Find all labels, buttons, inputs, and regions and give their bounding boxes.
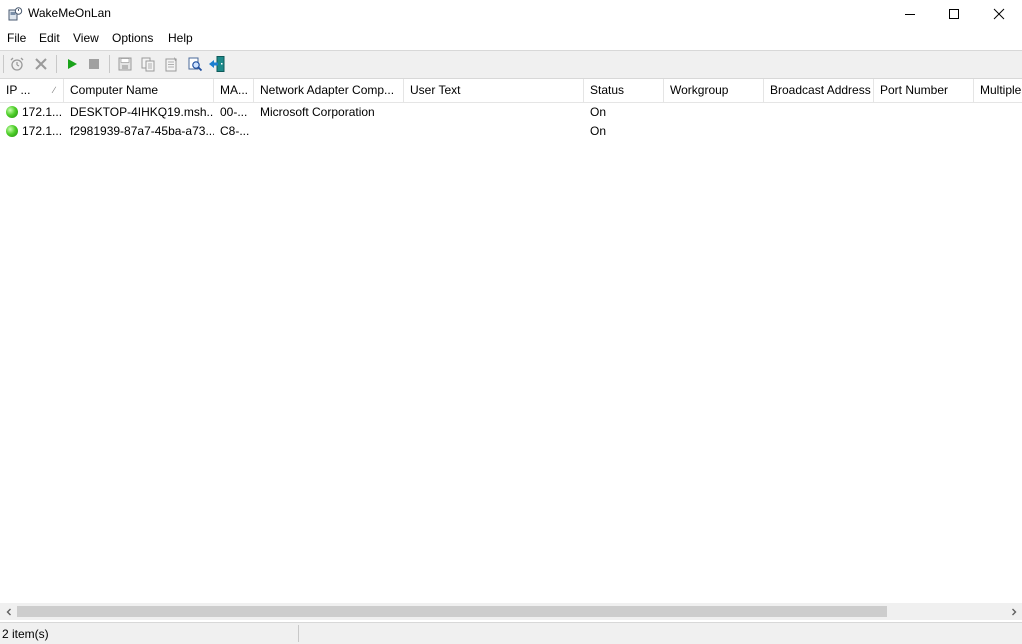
maximize-icon — [949, 9, 959, 19]
close-button[interactable] — [976, 0, 1022, 28]
toolbar-separator — [109, 55, 110, 73]
alarm-clock-icon — [10, 57, 24, 71]
cell-adapter-company: Microsoft Corporation — [260, 105, 375, 119]
minimize-icon — [905, 14, 915, 15]
delete-button[interactable] — [31, 54, 51, 74]
column-header-status[interactable]: Status — [584, 79, 664, 102]
cell-mac: 00-... — [220, 105, 248, 119]
sort-ascending-icon: ∕ — [53, 85, 55, 95]
exit-button[interactable] — [207, 54, 227, 74]
minimize-button[interactable] — [887, 0, 933, 28]
close-icon — [993, 8, 1005, 20]
find-button[interactable] — [185, 54, 205, 74]
wake-up-button[interactable] — [7, 54, 27, 74]
cell-multiple — [974, 122, 1022, 141]
column-header-workgroup[interactable]: Workgroup — [664, 79, 764, 102]
column-header-mac[interactable]: MA... — [214, 79, 254, 102]
save-icon — [118, 57, 132, 71]
play-icon — [68, 59, 77, 69]
cell-multiple — [974, 103, 1022, 122]
menu-edit[interactable]: Edit — [38, 31, 61, 45]
cell-broadcast — [764, 122, 874, 141]
cell-broadcast — [764, 103, 874, 122]
menu-bar: File Edit View Options Help — [0, 29, 1022, 49]
status-divider — [298, 625, 299, 642]
computer-list[interactable]: IP ... ∕ Computer Name MA... Network Ada… — [0, 79, 1022, 603]
column-header-computer-name[interactable]: Computer Name — [64, 79, 214, 102]
table-row[interactable]: 172.1... f2981939-87a7-45ba-a73... C8-..… — [0, 122, 1022, 141]
cell-adapter-company — [254, 122, 404, 141]
scroll-left-button[interactable] — [0, 603, 17, 620]
cell-user-text — [404, 103, 584, 122]
stop-icon — [89, 59, 99, 69]
cell-ip: 172.1... — [22, 124, 63, 138]
toolbar-separator — [56, 55, 57, 73]
copy-icon — [141, 57, 155, 72]
menu-view[interactable]: View — [72, 31, 100, 45]
list-header: IP ... ∕ Computer Name MA... Network Ada… — [0, 79, 1022, 103]
app-icon — [7, 6, 23, 22]
start-scan-button[interactable] — [62, 54, 82, 74]
cell-computer-name: DESKTOP-4IHKQ19.msh... — [70, 105, 214, 119]
delete-x-icon — [35, 58, 47, 70]
cell-computer-name: f2981939-87a7-45ba-a73... — [70, 124, 214, 138]
stop-scan-button[interactable] — [84, 54, 104, 74]
chevron-right-icon — [1011, 608, 1016, 615]
exit-door-icon — [209, 56, 225, 72]
chevron-left-icon — [6, 608, 11, 615]
properties-button[interactable] — [161, 54, 181, 74]
column-header-ip[interactable]: IP ... ∕ — [0, 79, 64, 102]
toolbar-separator — [3, 55, 4, 73]
column-header-user-text[interactable]: User Text — [404, 79, 584, 102]
cell-user-text — [404, 122, 584, 141]
menu-file[interactable]: File — [6, 31, 27, 45]
cell-workgroup — [664, 122, 764, 141]
save-button[interactable] — [115, 54, 135, 74]
horizontal-scrollbar[interactable] — [0, 603, 1022, 620]
column-header-adapter-company[interactable]: Network Adapter Comp... — [254, 79, 404, 102]
copy-button[interactable] — [138, 54, 158, 74]
cell-workgroup — [664, 103, 764, 122]
cell-status: On — [590, 105, 607, 119]
maximize-button[interactable] — [931, 0, 977, 28]
cell-port — [874, 122, 974, 141]
window-title: WakeMeOnLan — [28, 6, 111, 20]
column-header-multiple[interactable]: Multiple — [974, 79, 1022, 102]
cell-status: On — [590, 124, 607, 138]
search-icon — [188, 57, 203, 72]
cell-port — [874, 103, 974, 122]
column-header-port-number[interactable]: Port Number — [874, 79, 974, 102]
scroll-thumb[interactable] — [17, 606, 887, 617]
column-header-label: IP ... — [6, 83, 31, 97]
cell-ip: 172.1... — [22, 105, 63, 119]
column-header-broadcast-address[interactable]: Broadcast Address — [764, 79, 874, 102]
table-row[interactable]: 172.1... DESKTOP-4IHKQ19.msh... 00-... M… — [0, 103, 1022, 122]
menu-options[interactable]: Options — [111, 31, 154, 45]
status-bar: 2 item(s) — [0, 622, 1022, 644]
properties-icon — [165, 57, 177, 72]
item-count: 2 item(s) — [2, 627, 49, 641]
toolbar — [0, 50, 1022, 79]
cell-mac: C8-... — [220, 124, 250, 138]
title-bar[interactable]: WakeMeOnLan — [0, 0, 1022, 28]
menu-help[interactable]: Help — [167, 31, 194, 45]
scroll-right-button[interactable] — [1005, 603, 1022, 620]
